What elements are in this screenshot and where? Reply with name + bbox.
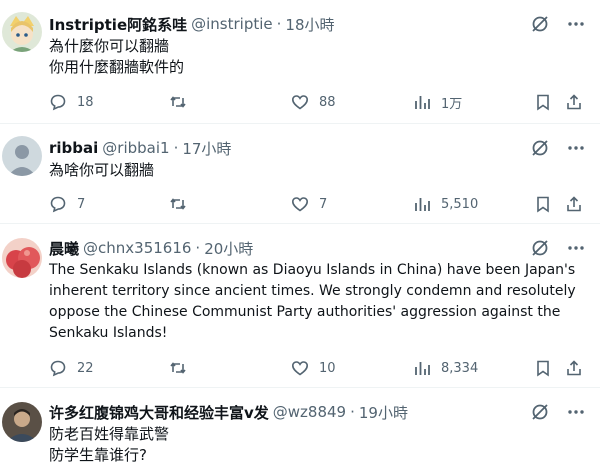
author-name[interactable]: 晨曦: [49, 238, 79, 259]
tweet-text: 防老百姓得靠武警 防学生靠谁行?: [49, 425, 170, 464]
share-icon: [567, 196, 581, 212]
bookmark-button[interactable]: [534, 93, 552, 111]
reply-count: 7: [77, 196, 86, 212]
tweet-header: 许多红腹锦鸡大哥和经验丰富v发 @wz8849 · 19小時: [49, 402, 408, 422]
like-button[interactable]: 7: [291, 195, 327, 213]
tweet-top-icons: [530, 402, 586, 422]
views-count: 1万: [441, 96, 463, 112]
like-button[interactable]: 10: [291, 359, 336, 377]
tweet-text: The Senkaku Islands (known as Diaoyu Isl…: [49, 262, 576, 341]
views-icon: [415, 362, 430, 375]
reply-button[interactable]: 7: [49, 195, 85, 213]
views-button[interactable]: 1万: [413, 93, 462, 112]
tweet[interactable]: 许多红腹锦鸡大哥和经验丰富v发 @wz8849 · 19小時 防老百姓得靠武警 …: [0, 388, 600, 471]
author-handle[interactable]: @chnx351616: [83, 239, 191, 257]
author-handle[interactable]: @wz8849: [273, 403, 346, 421]
timestamp[interactable]: 19小時: [359, 402, 408, 423]
views-icon: [415, 198, 430, 211]
bookmark-icon: [537, 196, 549, 213]
avatar[interactable]: [2, 402, 42, 442]
share-icon: [567, 94, 581, 110]
tweet-header: Instriptie阿銘系哇 @instriptie · 18小時: [49, 14, 335, 34]
views-button[interactable]: 5,510: [413, 195, 478, 213]
reply-button[interactable]: 18: [49, 93, 94, 111]
tweet-text: 為啥你可以翻牆: [49, 161, 155, 179]
share-button[interactable]: [565, 359, 583, 377]
bookmark-button[interactable]: [534, 195, 552, 213]
tweet-top-icons: [530, 138, 586, 158]
like-count: 10: [319, 360, 336, 376]
tweet[interactable]: 晨曦 @chnx351616 · 20小時 The Senkaku Island…: [0, 224, 600, 388]
reply-count: 18: [77, 94, 94, 110]
author-name[interactable]: 许多红腹锦鸡大哥和经验丰富v发: [49, 402, 269, 423]
tweet-text: 為什麼你可以翻牆 你用什麼翻牆軟件的: [49, 37, 185, 76]
reply-feed: Instriptie阿銘系哇 @instriptie · 18小時 為什麼你可以…: [0, 0, 600, 471]
timestamp[interactable]: 17小時: [182, 138, 231, 159]
views-count: 8,334: [441, 360, 479, 376]
bookmark-icon: [537, 94, 549, 111]
share-icon: [567, 360, 581, 376]
bookmark-icon: [537, 360, 549, 377]
retweet-icon: [170, 96, 186, 108]
separator: ·: [350, 403, 355, 421]
like-button[interactable]: 88: [291, 93, 336, 111]
tweet-top-icons: [530, 14, 586, 34]
grok-icon[interactable]: [530, 402, 550, 422]
retweet-button[interactable]: [169, 359, 197, 377]
share-button[interactable]: [565, 195, 583, 213]
author-name[interactable]: Instriptie阿銘系哇: [49, 14, 187, 35]
retweet-icon: [170, 362, 186, 374]
avatar[interactable]: [2, 12, 42, 52]
retweet-button[interactable]: [169, 195, 197, 213]
more-icon[interactable]: [566, 138, 586, 158]
views-icon: [415, 96, 430, 109]
tweet-actions: 22 10 8,334: [49, 358, 586, 378]
views-count: 5,510: [441, 196, 479, 212]
avatar[interactable]: [2, 136, 42, 176]
timestamp[interactable]: 20小時: [204, 238, 253, 259]
separator: ·: [173, 139, 179, 157]
separator: ·: [276, 15, 282, 33]
tweet[interactable]: Instriptie阿銘系哇 @instriptie · 18小時 為什麼你可以…: [0, 0, 600, 124]
retweet-button[interactable]: [169, 93, 197, 111]
reply-count: 22: [77, 360, 94, 376]
tweet[interactable]: ribbai @ribbai1 · 17小時 為啥你可以翻牆 7 7 5,510: [0, 124, 600, 224]
retweet-icon: [170, 198, 186, 210]
more-icon[interactable]: [566, 14, 586, 34]
like-icon: [291, 197, 309, 212]
avatar[interactable]: [2, 238, 42, 278]
bookmark-button[interactable]: [534, 359, 552, 377]
reply-button[interactable]: 22: [49, 359, 94, 377]
like-icon: [291, 361, 309, 376]
grok-icon[interactable]: [530, 238, 550, 258]
like-count: 7: [319, 196, 328, 212]
tweet-top-icons: [530, 238, 586, 258]
share-button[interactable]: [565, 93, 583, 111]
more-icon[interactable]: [566, 402, 586, 422]
separator: ·: [195, 239, 201, 257]
views-button[interactable]: 8,334: [413, 359, 478, 377]
author-name[interactable]: ribbai: [49, 139, 98, 157]
tweet-header: 晨曦 @chnx351616 · 20小時: [49, 238, 253, 258]
reply-icon: [50, 196, 66, 213]
tweet-actions: 7 7 5,510: [49, 194, 586, 214]
grok-icon[interactable]: [530, 14, 550, 34]
timestamp[interactable]: 18小時: [285, 14, 334, 35]
reply-icon: [50, 94, 66, 111]
author-handle[interactable]: @instriptie: [191, 15, 273, 33]
author-handle[interactable]: @ribbai1: [102, 139, 169, 157]
grok-icon[interactable]: [530, 138, 550, 158]
more-icon[interactable]: [566, 238, 586, 258]
like-icon: [291, 95, 309, 110]
tweet-actions: 18 88 1万: [49, 92, 586, 112]
tweet-header: ribbai @ribbai1 · 17小時: [49, 138, 231, 158]
like-count: 88: [319, 94, 336, 110]
reply-icon: [50, 360, 66, 377]
